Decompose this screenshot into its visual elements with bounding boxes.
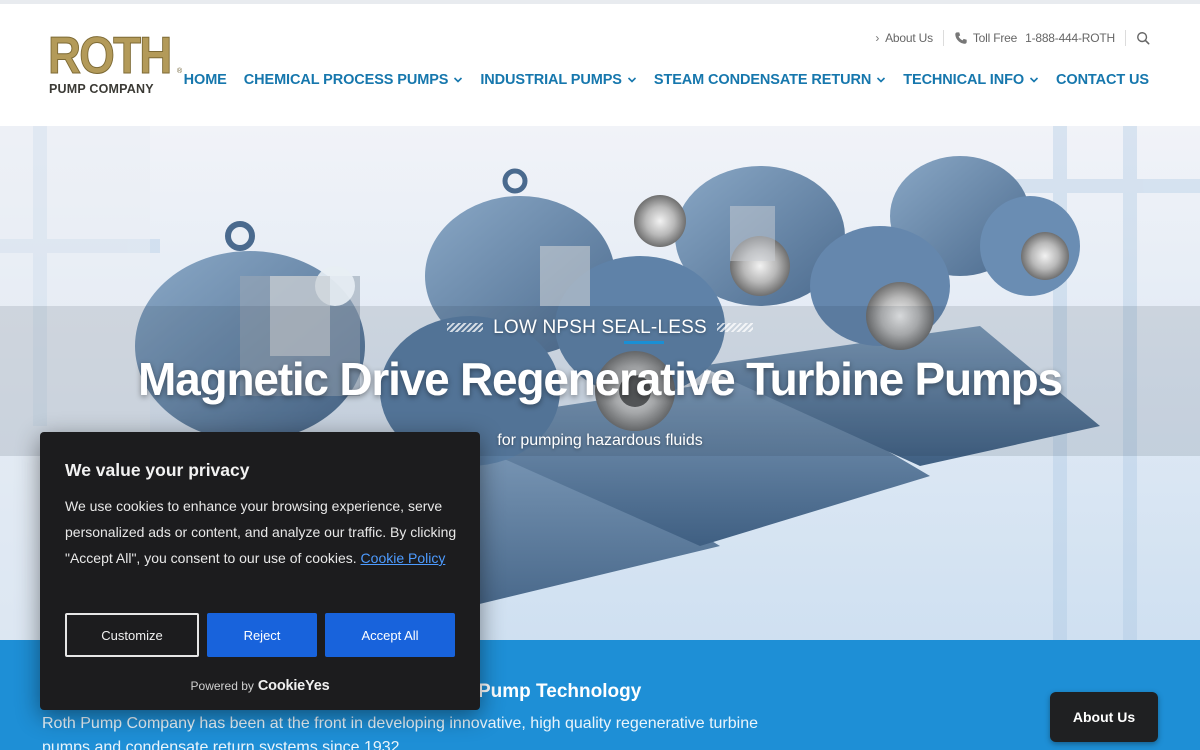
toll-free-label: Toll Free — [972, 31, 1018, 45]
search-icon[interactable] — [1136, 31, 1150, 45]
nav-item-label: TECHNICAL INFO — [903, 72, 1025, 88]
nav-item-technical-info[interactable]: TECHNICAL INFO — [903, 72, 1039, 88]
cookie-consent-banner: We value your privacy We use cookies to … — [40, 432, 480, 710]
hero-eyebrow: LOW NPSH SEAL-LESS — [0, 317, 1200, 344]
chevron-down-icon — [1029, 77, 1039, 83]
chevron-right-icon: › — [875, 31, 880, 45]
nav-item-steam-condensate-return[interactable]: STEAM CONDENSATE RETURN — [654, 72, 886, 88]
chevron-down-icon — [877, 77, 886, 83]
nav-item-contact-us[interactable]: CONTACT US — [1056, 72, 1149, 88]
nav-item-label: HOME — [183, 72, 227, 88]
nav-item-chemical-process-pumps[interactable]: CHEMICAL PROCESS PUMPS — [244, 72, 464, 88]
nav-item-industrial-pumps[interactable]: INDUSTRIAL PUMPS — [480, 72, 637, 88]
cookie-title: We value your privacy — [65, 460, 250, 480]
nav-item-label: INDUSTRIAL PUMPS — [480, 72, 622, 88]
eyebrow-underline — [624, 341, 664, 344]
utility-bar: › About Us Toll Free 1-888-444-ROTH — [875, 28, 1150, 48]
accept-all-button[interactable]: Accept All — [325, 613, 455, 657]
nav-item-label: CONTACT US — [1056, 72, 1149, 88]
reject-button[interactable]: Reject — [207, 613, 317, 657]
customize-button[interactable]: Customize — [65, 613, 199, 657]
nav-item-label: STEAM CONDENSATE RETURN — [653, 72, 872, 88]
chevron-down-icon — [454, 77, 463, 83]
phone-icon — [955, 32, 967, 44]
hero-eyebrow-text: LOW NPSH SEAL-LESS — [493, 317, 707, 338]
main-nav: HOME CHEMICAL PROCESS PUMPS INDUSTRIAL P… — [167, 72, 1149, 88]
phone-number-link[interactable]: 1-888-444-ROTH — [1025, 31, 1115, 45]
powered-by: Powered by CookieYes — [40, 678, 480, 694]
nav-item-home[interactable]: HOME — [184, 72, 227, 88]
decorative-stripe — [447, 323, 484, 333]
hero-title: Magnetic Drive Regenerative Turbine Pump… — [138, 353, 1063, 405]
cookie-policy-link[interactable]: Cookie Policy — [361, 550, 446, 566]
utility-divider — [942, 30, 944, 46]
section-title: Pump Technology — [478, 681, 642, 702]
logo-wordmark: ROTH — [48, 27, 173, 85]
section-text: Roth Pump Company has been at the front … — [42, 715, 759, 750]
cookieyes-logo[interactable]: CookieYes — [258, 678, 330, 694]
about-us-button[interactable]: About Us — [1050, 692, 1158, 742]
utility-about-link[interactable]: About Us — [885, 31, 933, 45]
site-header: ROTH ® PUMP COMPANY › About Us Toll Free… — [0, 4, 1200, 126]
decorative-stripe — [716, 323, 753, 333]
powered-by-text: Powered by — [190, 679, 254, 693]
cookie-message: We use cookies to enhance your browsing … — [65, 493, 460, 571]
logo-subtitle: PUMP COMPANY — [49, 82, 154, 96]
chevron-down-icon — [627, 77, 636, 83]
nav-item-label: CHEMICAL PROCESS PUMPS — [243, 72, 449, 88]
utility-divider — [1125, 30, 1126, 46]
